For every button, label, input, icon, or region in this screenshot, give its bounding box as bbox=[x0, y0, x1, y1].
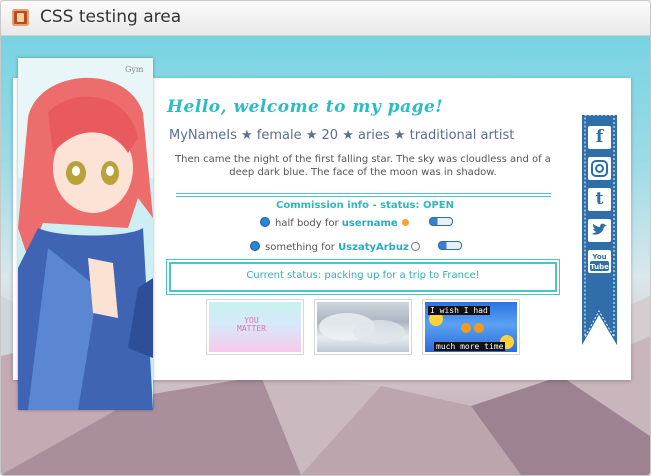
svg-text:Tube: Tube bbox=[590, 263, 609, 271]
stamp-text: YOU MATTER bbox=[237, 317, 266, 333]
profile-subtitle: MyNameIs ★ female ★ 20 ★ aries ★ traditi… bbox=[169, 128, 515, 143]
character-portrait: Gym bbox=[18, 58, 153, 410]
twitter-icon[interactable] bbox=[588, 219, 611, 242]
stamp-line: MATTER bbox=[237, 324, 266, 333]
status-box: Current status: packing up for a trip to… bbox=[166, 259, 560, 295]
youtube-icon[interactable]: You Tube bbox=[588, 250, 611, 273]
app-window: CSS testing area Gym Hello, welcome to m… bbox=[0, 0, 651, 476]
commission-item: something for UszatyArbuz bbox=[250, 241, 462, 255]
svg-text:You: You bbox=[591, 253, 606, 261]
status-text: Current status: packing up for a trip to… bbox=[246, 270, 480, 281]
title-bar: CSS testing area bbox=[1, 1, 650, 36]
instagram-icon[interactable] bbox=[588, 157, 611, 180]
bullet-icon bbox=[260, 217, 270, 227]
divider-bottom bbox=[176, 196, 551, 197]
bullet-icon bbox=[250, 241, 260, 251]
welcome-heading: Hello, welcome to my page! bbox=[167, 97, 444, 117]
username-link[interactable]: UszatyArbuz bbox=[338, 242, 409, 253]
stamp-text-bottom: much more time bbox=[434, 342, 506, 351]
divider-top bbox=[176, 193, 551, 194]
commission-header: Commission info - status: OPEN bbox=[275, 200, 454, 211]
face-icon bbox=[474, 323, 484, 333]
face-icon bbox=[461, 323, 471, 333]
commission-text: something for bbox=[265, 242, 339, 253]
page-canvas: Gym Hello, welcome to my page! MyNameIs … bbox=[1, 36, 650, 475]
commission-item: half body for username bbox=[260, 217, 453, 231]
commission-toggle[interactable] bbox=[428, 217, 453, 226]
stamp-text-top: I wish I had bbox=[428, 306, 490, 315]
tumblr-icon[interactable]: t bbox=[588, 188, 611, 211]
commission-toggle[interactable] bbox=[437, 241, 462, 250]
username-link[interactable]: username bbox=[342, 218, 398, 229]
svg-text:Gym: Gym bbox=[125, 65, 144, 74]
app-icon bbox=[12, 9, 29, 26]
you-matter-stamp[interactable]: YOU MATTER bbox=[209, 302, 301, 352]
window-title: CSS testing area bbox=[40, 7, 182, 27]
clouds-stamp[interactable] bbox=[317, 302, 409, 352]
bio-text: Then came the night of the first falling… bbox=[175, 154, 551, 178]
commission-text: half body for bbox=[275, 218, 342, 229]
status-dot-icon bbox=[401, 219, 409, 226]
facebook-icon[interactable]: f bbox=[588, 126, 611, 149]
wish-stamp[interactable]: I wish I had much more time bbox=[425, 302, 517, 352]
radio-icon bbox=[410, 242, 420, 251]
